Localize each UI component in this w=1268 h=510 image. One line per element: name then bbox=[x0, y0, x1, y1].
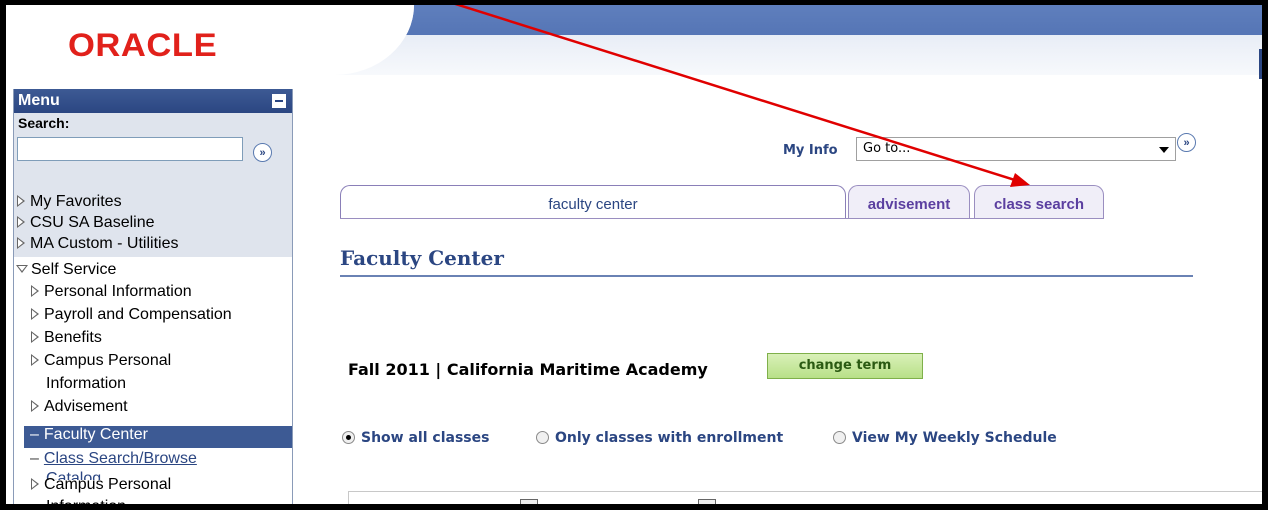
annotation-arrow bbox=[454, 5, 1030, 187]
annotation-arrow-head bbox=[1010, 173, 1030, 187]
annotation-arrow-line bbox=[454, 5, 1019, 183]
browser-frame: ORACLE Menu Search: » My Favorites CSU S… bbox=[0, 0, 1268, 510]
